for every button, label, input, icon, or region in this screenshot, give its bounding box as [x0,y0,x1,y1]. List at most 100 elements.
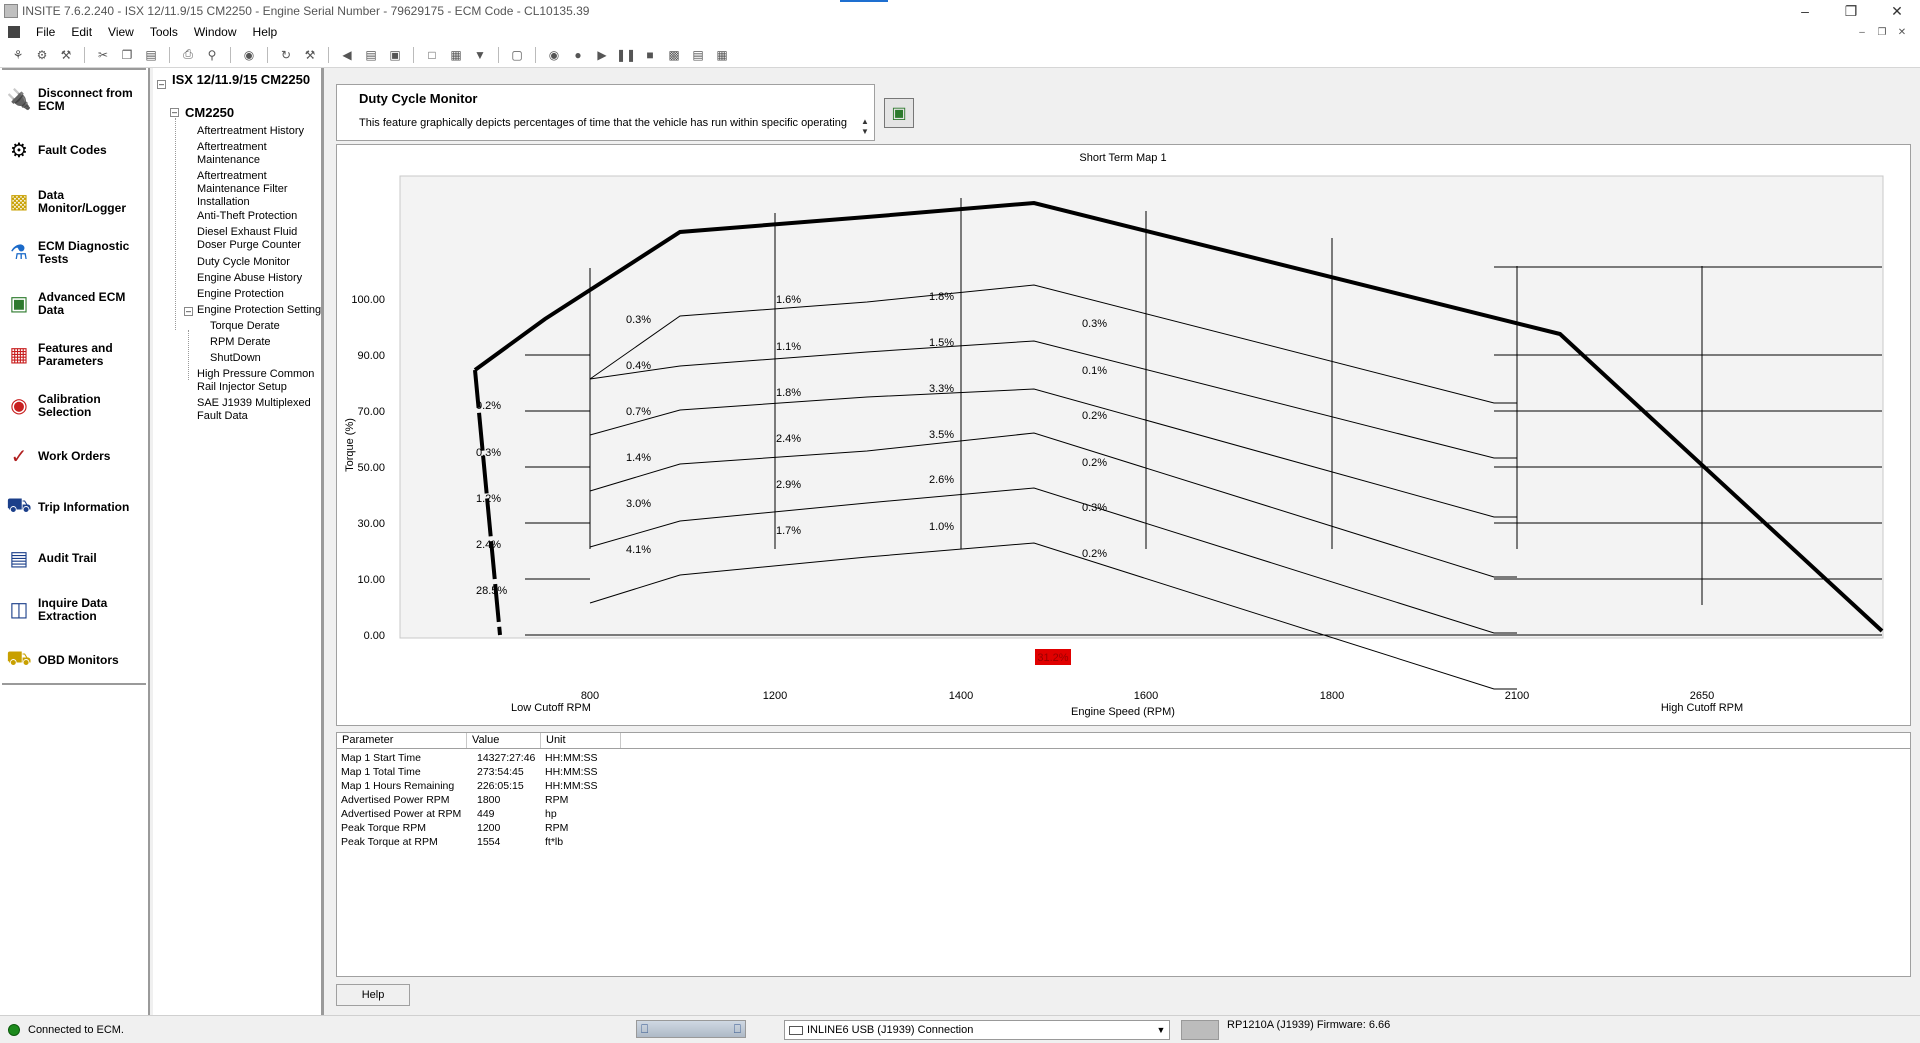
nav-data-monitor[interactable]: ▩ Data Monitor/Logger [0,176,148,227]
collapse-icon[interactable]: – [170,108,179,117]
menu-view[interactable]: View [100,25,142,39]
cell-percentage-label: 1.5% [929,337,954,349]
tree-leaf[interactable]: SAE J1939 Multiplexed Fault Data [197,397,322,423]
page-icon[interactable]: ▢ [507,46,527,64]
nav-data-extraction[interactable]: ◫ Inquire Data Extraction [0,584,148,635]
chevron-down-icon[interactable]: ▼ [1153,1025,1169,1035]
nav-audit-trail[interactable]: ▤ Audit Trail [0,533,148,584]
cell-param: Advertised Power RPM [341,794,450,806]
nav-disconnect[interactable]: 🔌 Disconnect from ECM [0,74,148,125]
menu-tools[interactable]: Tools [142,25,186,39]
parameter-table: Parameter Value Unit Map 1 Start Time 14… [336,732,1911,977]
save-icon[interactable]: ▣ [385,46,405,64]
menu-edit[interactable]: Edit [63,25,100,39]
cell-percentage-label: 1.0% [929,521,954,533]
stop-icon[interactable]: ■ [640,46,660,64]
tree-root[interactable]: ISX 12/11.9/15 CM2250 [172,72,312,87]
tree-leaf-selected[interactable]: Duty Cycle Monitor [197,256,322,269]
report-icon[interactable]: ▦ [712,46,732,64]
tree-leaf[interactable]: Aftertreatment Maintenance [197,141,322,167]
restore-icon[interactable]: ❐ [1828,0,1874,22]
tree-leaf[interactable]: Anti-Theft Protection [197,210,322,223]
description-scroll-icon[interactable]: ▲ ▼ [860,117,870,137]
cell-percentage-label: 2.9% [776,479,801,491]
cell-unit: RPM [545,794,569,806]
nav-fault-codes[interactable]: ⚙ Fault Codes [0,125,148,176]
duty-cycle-chart: Short Term Map 1 0.00 10.00 30.00 50.00 … [344,152,1884,718]
menu-window[interactable]: Window [186,25,245,39]
record-icon[interactable]: ● [568,46,588,64]
paste-icon[interactable]: ▤ [141,46,161,64]
print-icon[interactable]: ⎙ [178,46,198,64]
back-icon[interactable]: ◀ [337,46,357,64]
tree-leaf[interactable]: RPM Derate [210,336,335,349]
nav-label: Data Monitor/Logger [38,187,126,215]
nav-trip-info[interactable]: ⛟ Trip Information [0,482,148,533]
cut-icon[interactable]: ✂ [93,46,113,64]
table-row[interactable]: Map 1 Total Time 273:54:45 HH:MM:SS [337,765,1910,779]
table-row[interactable]: Map 1 Hours Remaining 226:05:15 HH:MM:SS [337,779,1910,793]
table-row[interactable]: Advertised Power RPM 1800 RPM [337,793,1910,807]
mdi-minimize-icon[interactable]: – [1854,25,1870,39]
refresh-icon[interactable]: ↻ [276,46,296,64]
log-icon[interactable]: ▤ [688,46,708,64]
help-button[interactable]: Help [336,984,410,1006]
minimize-icon[interactable]: – [1782,0,1828,22]
nav-work-orders[interactable]: ✓ Work Orders [0,431,148,482]
filter-icon[interactable]: ▼ [470,46,490,64]
tree-leaf[interactable]: Aftertreatment Maintenance Filter Instal… [197,170,322,209]
find-icon[interactable]: ◉ [239,46,259,64]
tools-icon[interactable]: ⚒ [56,46,76,64]
table-row[interactable]: Map 1 Start Time 14327:27:46 HH:MM:SS [337,751,1910,765]
tree-leaf[interactable]: ShutDown [210,352,335,365]
header-unit[interactable]: Unit [541,733,621,748]
table-row[interactable]: Peak Torque RPM 1200 RPM [337,821,1910,835]
nav-label: Work Orders [38,449,111,463]
export-icon[interactable]: ▣ [884,98,914,128]
open-icon[interactable]: □ [422,46,442,64]
print-preview-icon[interactable]: ⚲ [202,46,222,64]
collapse-icon[interactable]: – [157,80,166,89]
collapse-icon[interactable]: – [184,307,193,316]
connection-select[interactable]: INLINE6 USB (J1939) Connection ▼ [784,1020,1170,1040]
nav-calibration[interactable]: ◉ Calibration Selection [0,380,148,431]
mdi-restore-icon[interactable]: ❐ [1874,25,1890,39]
close-icon[interactable]: ✕ [1874,0,1920,22]
tree-leaf[interactable]: Torque Derate [210,320,335,333]
mdi-close-icon[interactable]: ✕ [1894,25,1910,39]
main-panel: Duty Cycle Monitor This feature graphica… [327,68,1920,1015]
settings-icon[interactable]: ⚙ [32,46,52,64]
nav-obd-monitors[interactable]: ⛟ OBD Monitors [0,635,148,686]
features-icon: ▦ [9,344,29,366]
connect-icon[interactable]: ⚘ [8,46,28,64]
document-icon[interactable] [8,26,20,38]
camera-icon[interactable]: ◉ [544,46,564,64]
menu-help[interactable]: Help [245,25,286,39]
menu-file[interactable]: File [28,25,63,39]
header-value[interactable]: Value [467,733,541,748]
table-header: Parameter Value Unit [337,733,1910,749]
cell-percentage-label: 0.3% [476,447,501,459]
folder-icon[interactable]: ▦ [446,46,466,64]
copy-icon[interactable]: ❐ [117,46,137,64]
tree-leaf[interactable]: Engine Protection [197,288,322,301]
window-title: INSITE 7.6.2.240 - ISX 12/11.9/15 CM2250… [22,4,590,18]
table-row[interactable]: Advertised Power at RPM 449 hp [337,807,1910,821]
tree-leaf[interactable]: High Pressure Common Rail Injector Setup [197,368,322,394]
tree-leaf[interactable]: Aftertreatment History [197,125,322,138]
repair-icon[interactable]: ⚒ [300,46,320,64]
table-row[interactable]: Peak Torque at RPM 1554 ft*lb [337,835,1910,849]
tree-node-cm2250[interactable]: CM2250 [185,105,234,120]
tree-leaf[interactable]: Diesel Exhaust Fluid Doser Purge Counter [197,226,322,252]
nav-diagnostic-tests[interactable]: ⚗ ECM Diagnostic Tests [0,227,148,278]
nav-features[interactable]: ▦ Features and Parameters [0,329,148,380]
nav-advanced-ecm[interactable]: ▣ Advanced ECM Data [0,278,148,329]
header-parameter[interactable]: Parameter [337,733,467,748]
pause-icon[interactable]: ❚❚ [616,46,636,64]
nav-label: Advanced ECM Data [38,289,126,317]
play-icon[interactable]: ▶ [592,46,612,64]
tree-leaf[interactable]: Engine Protection Setting [197,304,322,317]
tree-leaf[interactable]: Engine Abuse History [197,272,322,285]
layers-icon[interactable]: ▤ [361,46,381,64]
monitor-icon[interactable]: ▩ [664,46,684,64]
